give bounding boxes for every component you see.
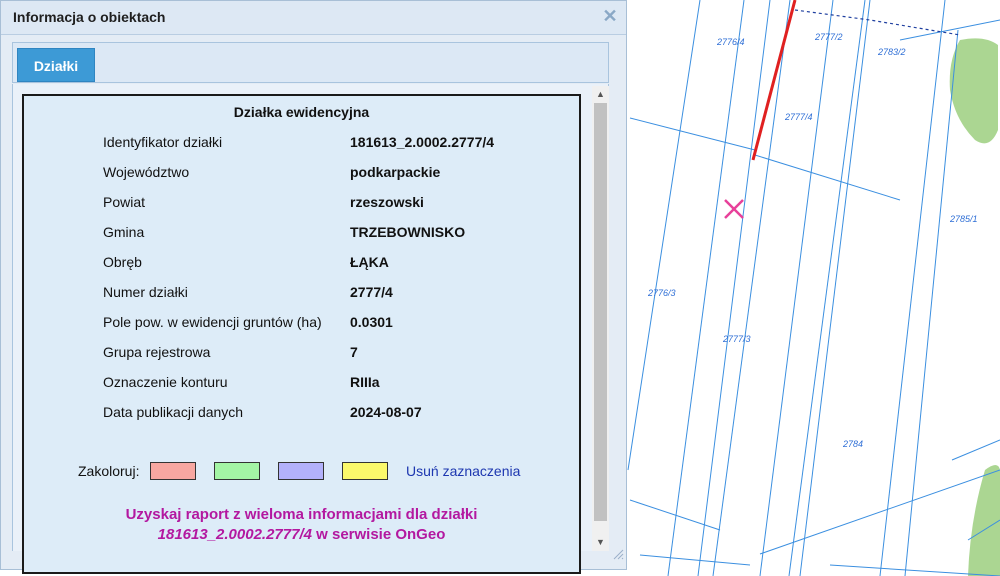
row-value-precinct: ŁĄKA [350,254,389,270]
map-label-2776-4: 2776/4 [716,37,745,47]
scroll-down-icon[interactable]: ▼ [592,534,609,551]
row-value-parcel-number: 2777/4 [350,284,393,300]
row-label-area: Pole pow. w ewidencji gruntów (ha) [103,314,322,330]
row-label-parcel-number: Numer działki [103,284,188,300]
panel-header: Informacja o obiektach ✕ [1,1,626,35]
row-value-commune: TRZEBOWNISKO [350,224,466,240]
row-value-publication-date: 2024-08-07 [350,404,422,420]
row-value-register-group: 7 [350,344,358,360]
close-icon[interactable]: ✕ [602,7,618,25]
tab-strip: Działki [12,42,609,83]
report-line-2: 181613_2.0002.2777/4 w serwisie OnGeo [24,525,579,545]
resize-grip-icon[interactable] [612,548,624,560]
row-label-precinct: Obręb [103,254,142,270]
report-line-2-suffix: w serwisie OnGeo [311,526,446,543]
colorize-label: Zakoloruj: [78,463,140,479]
map-label-2785-1: 2785/1 [949,214,978,224]
row-label-county: Powiat [103,194,146,210]
scroll-thumb[interactable] [594,103,607,521]
map-label-2777-4: 2777/4 [784,112,813,122]
row-label-id: Identyfikator działki [103,134,223,150]
swatch-blue[interactable] [278,462,324,480]
row-value-county: rzeszowski [350,194,424,210]
parcel-info-box: Działka ewidencyjna Identyfikator działk… [22,94,581,574]
row-label-voivodeship: Województwo [103,164,190,180]
ongeo-report-link[interactable]: Uzyskaj raport z wieloma informacjami dl… [24,505,579,545]
swatch-yellow[interactable] [342,462,388,480]
swatch-red[interactable] [150,462,196,480]
row-label-publication-date: Data publikacji danych [103,404,244,420]
clear-selection-link[interactable]: Usuń zaznaczenia [406,463,520,479]
swatch-green[interactable] [214,462,260,480]
row-label-register-group: Grupa rejestrowa [103,344,211,360]
map-label-2784: 2784 [842,439,863,449]
report-parcel-id: 181613_2.0002.2777/4 [157,526,312,543]
map-label-2776-3: 2776/3 [647,288,676,298]
vertical-scrollbar[interactable]: ▲ ▼ [592,86,609,551]
map-label-2777-2: 2777/2 [814,32,843,42]
row-label-commune: Gmina [103,224,145,240]
row-value-voivodeship: podkarpackie [350,164,441,180]
panel-title: Informacja o obiektach [13,9,166,25]
parcel-heading: Działka ewidencyjna [233,104,370,120]
row-value-id: 181613_2.0002.2777/4 [350,134,495,150]
map-label-2783-2: 2783/2 [877,47,906,57]
row-value-contour: RIIIa [350,374,380,390]
row-value-area: 0.0301 [350,314,393,330]
report-line-1: Uzyskaj raport z wieloma informacjami dl… [125,506,478,523]
scroll-up-icon[interactable]: ▲ [592,86,609,103]
row-label-contour: Oznaczenie konturu [103,374,228,390]
map-label-2777-3: 2777/3 [722,334,751,344]
tab-dzialki[interactable]: Działki [17,48,95,82]
